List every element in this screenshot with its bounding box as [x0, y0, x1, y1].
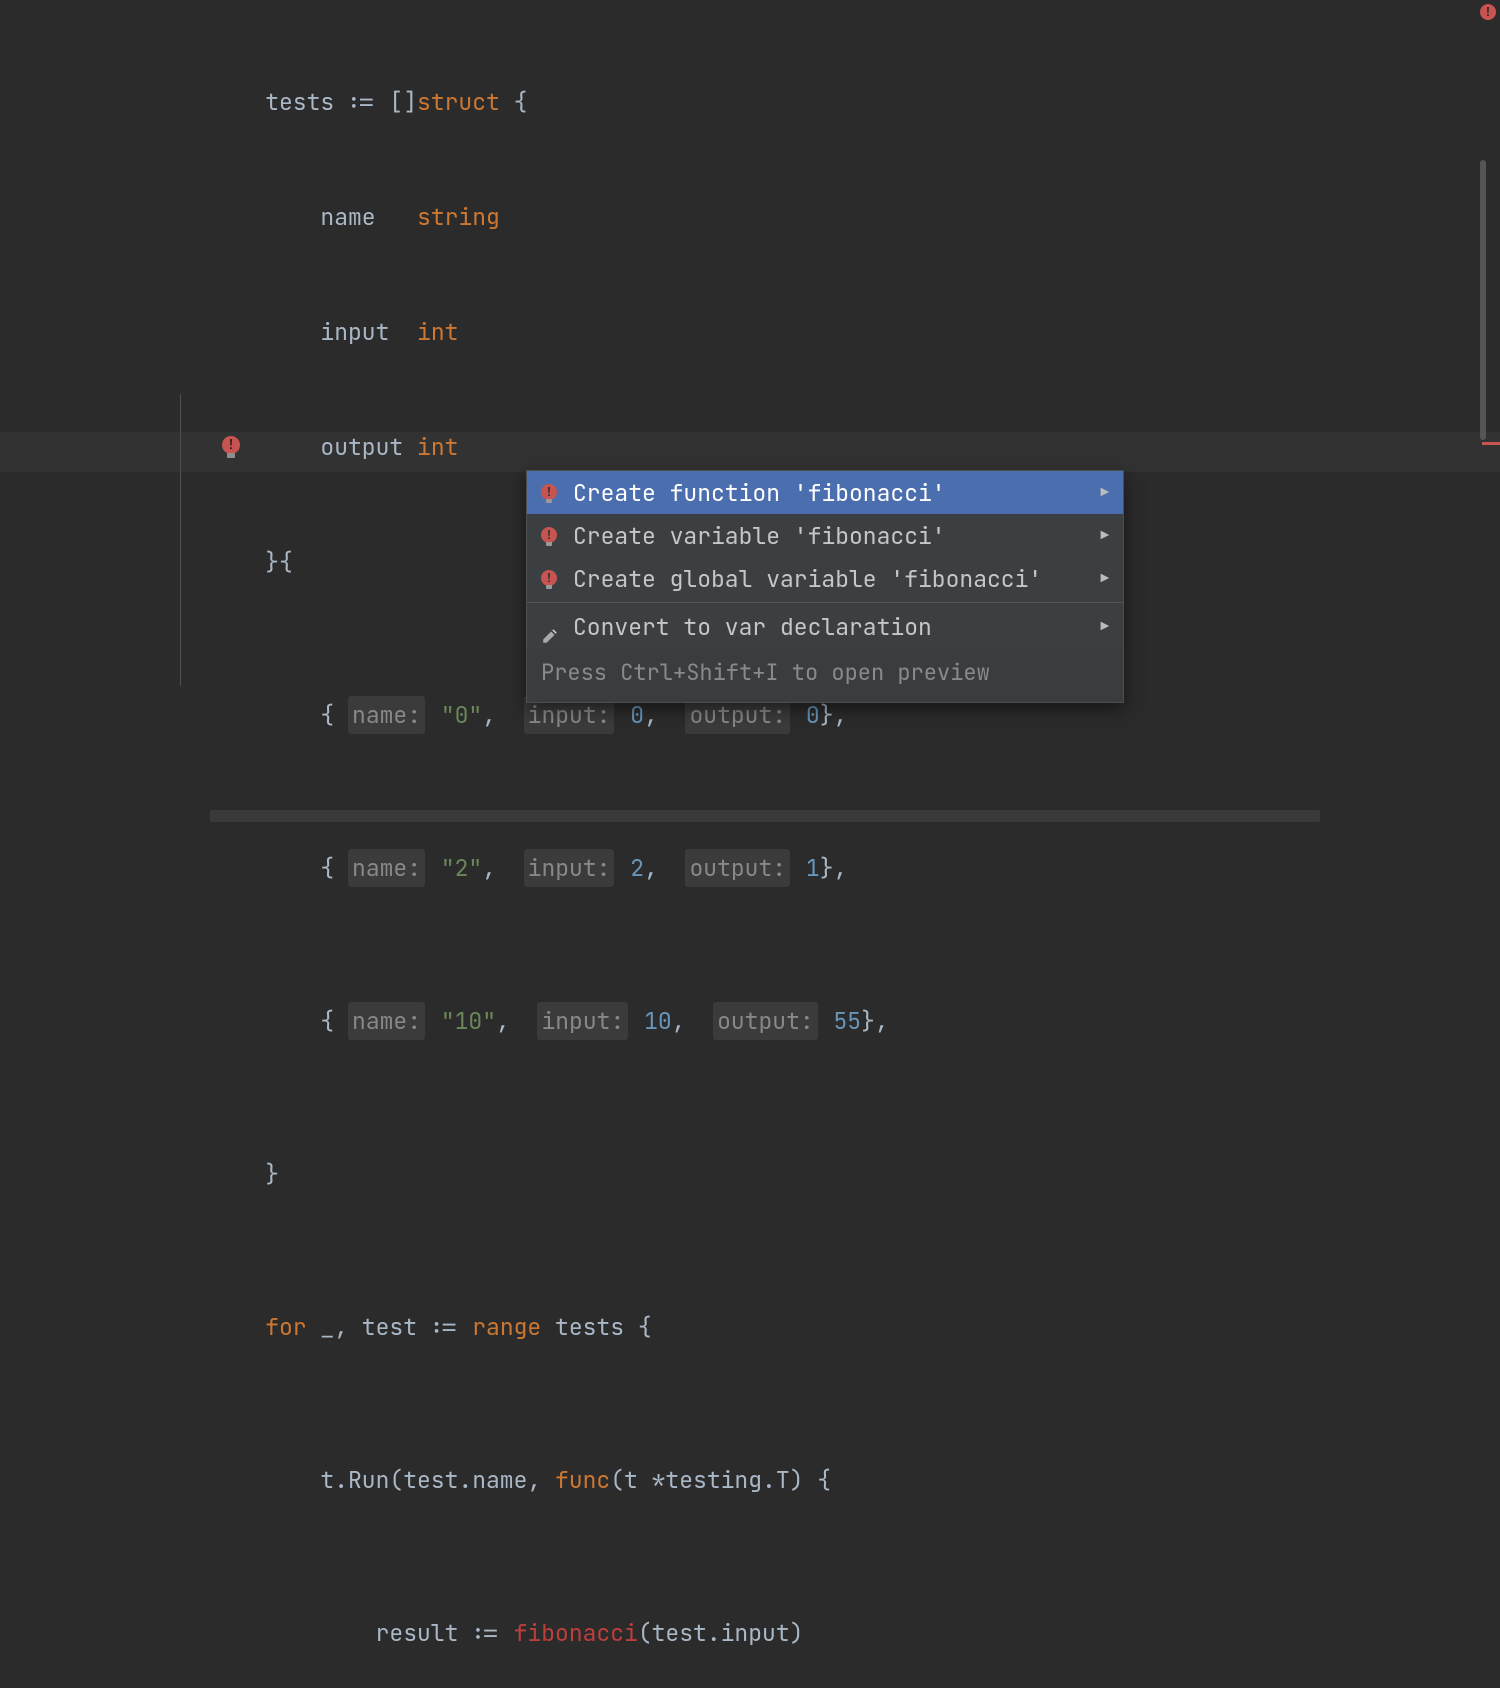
param-hint-input: input: [524, 849, 615, 887]
code-line[interactable]: output int [210, 427, 1431, 466]
submenu-arrow-icon: ▶ [1101, 474, 1109, 512]
menu-item-label: Create variable 'fibonacci' [573, 517, 1101, 555]
code-line[interactable]: result := fibonacci(test.input) [210, 1613, 1431, 1652]
bulb-error-icon: ! [541, 527, 573, 545]
unresolved-reference[interactable]: fibonacci [514, 1614, 638, 1652]
code-line[interactable]: name string [210, 197, 1431, 236]
code-line[interactable]: input int [210, 312, 1431, 351]
code-line[interactable]: { name: "10", input: 10, output: 55}, [210, 1001, 1431, 1040]
bulb-error-icon: ! [541, 570, 573, 588]
menu-item-create-global-variable[interactable]: ! Create global variable 'fibonacci' ▶ [527, 557, 1123, 600]
error-indicator-icon[interactable]: ! [1480, 4, 1496, 20]
code-line[interactable]: t.Run(test.name, func(t *testing.T) { [210, 1460, 1431, 1499]
param-hint-name: name: [348, 849, 425, 887]
code-editor[interactable]: ! ! tests := []struct { name string inpu… [0, 0, 1500, 844]
param-hint-input: input: [537, 1002, 628, 1040]
code-line[interactable]: { name: "2", input: 2, output: 1}, [210, 848, 1431, 887]
vertical-scrollbar[interactable] [1480, 160, 1486, 440]
menu-item-convert-var[interactable]: Convert to var declaration ▶ [527, 605, 1123, 648]
code-area[interactable]: tests := []struct { name string input in… [210, 6, 1431, 1688]
bulb-error-icon: ! [541, 484, 573, 502]
menu-item-label: Create global variable 'fibonacci' [573, 560, 1101, 598]
menu-item-create-function[interactable]: ! Create function 'fibonacci' ▶ [527, 471, 1123, 514]
code-line[interactable]: } [210, 1154, 1431, 1193]
pencil-icon [541, 618, 573, 636]
menu-item-label: Convert to var declaration [573, 608, 1101, 646]
param-hint-name: name: [348, 696, 425, 734]
menu-item-create-variable[interactable]: ! Create variable 'fibonacci' ▶ [527, 514, 1123, 557]
menu-separator [527, 602, 1123, 603]
submenu-arrow-icon: ▶ [1101, 560, 1109, 598]
error-stripe[interactable] [1482, 442, 1500, 445]
submenu-arrow-icon: ▶ [1101, 608, 1109, 646]
intention-actions-popup[interactable]: ! Create function 'fibonacci' ▶ ! Create… [526, 470, 1124, 703]
submenu-arrow-icon: ▶ [1101, 517, 1109, 555]
menu-footer-hint: Press Ctrl+Shift+I to open preview [527, 648, 1123, 702]
param-hint-output: output: [713, 1002, 818, 1040]
param-hint-name: name: [348, 1002, 425, 1040]
code-line[interactable]: for _, test := range tests { [210, 1307, 1431, 1346]
indent-guide [180, 394, 181, 686]
code-line[interactable]: tests := []struct { [210, 82, 1431, 121]
horizontal-scrollbar[interactable] [210, 810, 1320, 822]
param-hint-output: output: [685, 849, 790, 887]
menu-item-label: Create function 'fibonacci' [573, 474, 1101, 512]
